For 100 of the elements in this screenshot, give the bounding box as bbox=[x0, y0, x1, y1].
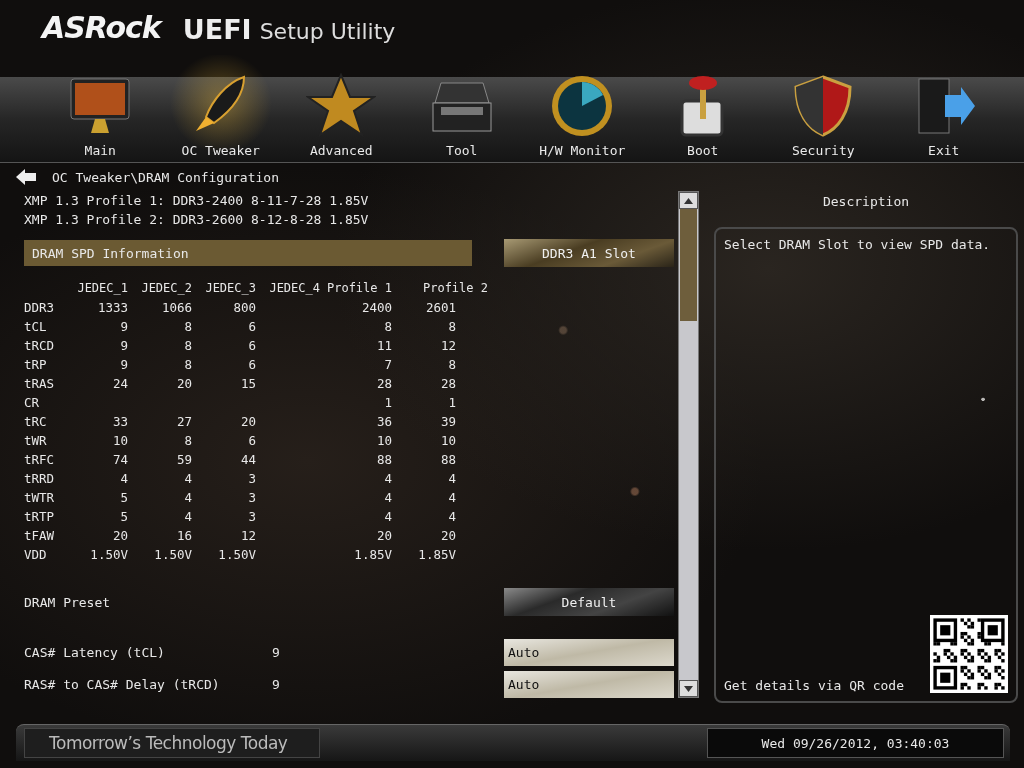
table-cell-text: 9 bbox=[119, 356, 128, 374]
nav-tab[interactable]: Main bbox=[40, 55, 161, 162]
column-header: JEDEC_3 bbox=[204, 280, 256, 297]
table-cell-text: 24 bbox=[111, 375, 128, 393]
app-title: UEFI bbox=[182, 16, 252, 43]
table-cell-text: 1333 bbox=[96, 299, 128, 317]
table-cell-text: 4 bbox=[119, 470, 128, 488]
slogan: Tomorrow’s Technology Today bbox=[24, 728, 320, 758]
table-cell-text: 1 bbox=[383, 394, 392, 412]
table-cell-text: 7 bbox=[383, 356, 392, 374]
preset-button[interactable]: Default bbox=[504, 588, 674, 616]
table-cell-text: 12 bbox=[439, 337, 457, 355]
qr-caption: Get details via QR code bbox=[724, 678, 904, 693]
back-arrow-icon[interactable] bbox=[16, 169, 36, 185]
input-field[interactable]: Auto bbox=[504, 670, 674, 698]
column-header: JEDEC_1 bbox=[76, 280, 128, 297]
table-cell-text: 88 bbox=[439, 451, 457, 469]
column-header: Profile 1 bbox=[325, 280, 392, 297]
table-cell-text: 5 bbox=[119, 508, 128, 526]
setting-label: RAS# to CAS# Delay (tRCD) bbox=[24, 676, 221, 692]
table-cell-text: 28 bbox=[375, 375, 392, 393]
column-header: Profile 2 bbox=[421, 280, 488, 297]
spd-info-item[interactable]: DRAM SPD Information bbox=[24, 240, 472, 266]
table-cell-text: 1.50V bbox=[217, 546, 256, 564]
row-label: tRCD bbox=[24, 337, 56, 355]
table-cell-text: 16 bbox=[175, 527, 192, 545]
table-cell-text: 8 bbox=[447, 356, 457, 374]
nav-tab[interactable]: H/W Monitor bbox=[522, 55, 643, 162]
breadcrumb: OC Tweaker\DRAM Configuration bbox=[52, 169, 279, 185]
table-cell-text: 20 bbox=[439, 527, 457, 545]
row-label: tRFC bbox=[24, 451, 56, 469]
table-cell-text: 1.50V bbox=[89, 546, 128, 564]
table-cell-text: 20 bbox=[375, 527, 392, 545]
app-subtitle: Setup Utility bbox=[259, 21, 396, 43]
table-cell-text: 4 bbox=[183, 470, 192, 488]
table-cell-text: 10 bbox=[375, 432, 392, 450]
table-cell-text: 20 bbox=[239, 413, 256, 431]
input-field[interactable]: Auto bbox=[504, 638, 674, 666]
table-cell-text: 4 bbox=[383, 489, 392, 507]
table-cell-text: 4 bbox=[447, 489, 457, 507]
nav-tab[interactable]: Tool bbox=[401, 55, 522, 162]
table-cell-text: 9 bbox=[119, 318, 128, 336]
xmp-profile-text: XMP 1.3 Profile 1: DDR3-2400 8-11-7-28 1.85V bbox=[24, 192, 370, 210]
row-label: tWR bbox=[24, 432, 48, 450]
table-cell-text: 8 bbox=[183, 432, 192, 450]
table-cell-text: 10 bbox=[111, 432, 128, 450]
row-label: tRC bbox=[24, 413, 48, 431]
description-title: Description bbox=[822, 193, 910, 211]
table-cell-text: 4 bbox=[183, 489, 192, 507]
table-cell-text: 4 bbox=[183, 508, 192, 526]
setting-label: CAS# Latency (tCL) bbox=[24, 644, 166, 660]
table-cell-text: 6 bbox=[247, 337, 256, 355]
table-cell-text: 3 bbox=[247, 470, 256, 488]
row-label: tRRD bbox=[24, 470, 56, 488]
scrollbar[interactable] bbox=[678, 191, 699, 698]
nav-tab[interactable]: Advanced bbox=[281, 55, 402, 162]
table-cell-text: 1.85V bbox=[353, 546, 392, 564]
nav-tab[interactable]: Exit bbox=[883, 55, 1004, 162]
nav-tab[interactable]: Boot bbox=[642, 55, 763, 162]
table-cell-text: 4 bbox=[447, 508, 457, 526]
row-label: CR bbox=[24, 394, 41, 412]
table-cell-text: 800 bbox=[232, 299, 256, 317]
nav-tab[interactable]: Security bbox=[763, 55, 884, 162]
table-cell-text: 11 bbox=[375, 337, 392, 355]
table-cell-text: 39 bbox=[439, 413, 457, 431]
table-cell-text: 74 bbox=[111, 451, 128, 469]
table-cell-text: 2400 bbox=[360, 299, 392, 317]
row-label: tRTP bbox=[24, 508, 56, 526]
table-cell-text: 5 bbox=[119, 489, 128, 507]
table-cell-text: 4 bbox=[383, 470, 392, 488]
table-cell-text: 27 bbox=[175, 413, 192, 431]
table-cell-text: 1 bbox=[447, 394, 457, 412]
row-label: tFAW bbox=[24, 527, 56, 545]
table-cell-text: 6 bbox=[247, 318, 256, 336]
table-cell-text: 12 bbox=[239, 527, 256, 545]
setting-label: DRAM Preset bbox=[24, 594, 112, 610]
column-header: JEDEC_2 bbox=[140, 280, 192, 297]
table-cell-text: 2601 bbox=[424, 299, 457, 317]
scroll-thumb[interactable] bbox=[680, 209, 697, 321]
slot-button[interactable]: DDR3 A1 Slot bbox=[504, 239, 674, 267]
table-cell-text: 36 bbox=[375, 413, 392, 431]
down-arrow-icon[interactable] bbox=[684, 685, 693, 692]
table-cell-text: 20 bbox=[111, 527, 128, 545]
table-cell-text: 1066 bbox=[160, 299, 192, 317]
brand-logo: ASRock bbox=[42, 13, 161, 47]
row-label: tCL bbox=[24, 318, 48, 336]
table-cell-text: 8 bbox=[183, 337, 192, 355]
table-cell-text: 8 bbox=[183, 356, 192, 374]
table-cell-text: 10 bbox=[439, 432, 457, 450]
table-cell-text: 88 bbox=[375, 451, 392, 469]
row-label: tRAS bbox=[24, 375, 56, 393]
table-cell-text: 6 bbox=[247, 432, 256, 450]
table-cell-text: 9 bbox=[119, 337, 128, 355]
row-label: tWTR bbox=[24, 489, 56, 507]
column-header: JEDEC_4 bbox=[268, 280, 320, 297]
table-cell-text: 28 bbox=[439, 375, 457, 393]
table-cell-text: 59 bbox=[175, 451, 192, 469]
table-cell-text: 8 bbox=[447, 318, 457, 336]
up-arrow-icon[interactable] bbox=[684, 197, 693, 204]
table-cell-text: 4 bbox=[447, 470, 457, 488]
